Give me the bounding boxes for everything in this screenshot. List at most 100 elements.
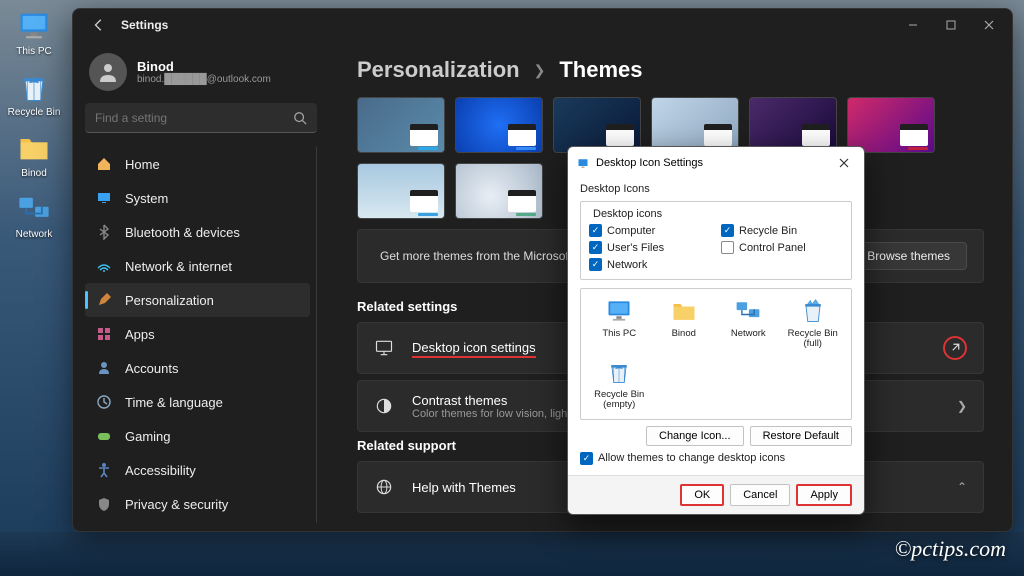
dialog-footer: OK Cancel Apply: [568, 475, 864, 514]
checkbox-label: Network: [607, 259, 647, 271]
theme-thumb[interactable]: [455, 97, 543, 153]
titlebar: Settings: [73, 9, 1012, 41]
maximize-button[interactable]: [932, 11, 970, 39]
sidebar-item-label: Network & internet: [125, 259, 232, 274]
user-email: binod.██████@outlook.com: [137, 74, 271, 85]
sidebar-item-gaming[interactable]: Gaming: [85, 419, 310, 453]
desktop-icons-fieldset: Desktop icons ✓Computer✓Recycle Bin✓User…: [580, 201, 852, 280]
dialog-icon: [576, 156, 590, 170]
sidebar-item-label: Accounts: [125, 361, 178, 376]
sidebar: Binod binod.██████@outlook.com Home Syste…: [73, 41, 329, 531]
dialog-titlebar: Desktop Icon Settings: [568, 147, 864, 179]
bin-icon: [605, 358, 633, 386]
ok-button[interactable]: OK: [680, 484, 724, 506]
cancel-button[interactable]: Cancel: [730, 484, 790, 506]
sidebar-item-accounts[interactable]: Accounts: [85, 351, 310, 385]
theme-thumb[interactable]: [553, 97, 641, 153]
preview-icon-label: Binod: [672, 329, 696, 339]
dialog-close-button[interactable]: [832, 153, 856, 173]
sidebar-item-privacy-security[interactable]: Privacy & security: [85, 487, 310, 521]
window-title: Settings: [121, 18, 168, 32]
preview-icon-recycle-bin-empty-[interactable]: Recycle Bin (empty): [589, 358, 650, 411]
user-name: Binod: [137, 59, 271, 74]
net-icon: [16, 191, 52, 227]
search-icon: [293, 111, 307, 125]
checkbox-control-panel[interactable]: Control Panel: [721, 241, 843, 254]
folder-icon: [16, 130, 52, 166]
apply-button[interactable]: Apply: [796, 484, 852, 506]
theme-thumb[interactable]: [847, 97, 935, 153]
desktop-icon-network[interactable]: Network: [16, 191, 53, 240]
back-button[interactable]: [85, 11, 113, 39]
theme-thumb[interactable]: [749, 97, 837, 153]
desktop-icon-recycle-bin[interactable]: Recycle Bin: [8, 69, 61, 118]
external-link-icon: [943, 336, 967, 360]
allow-themes-checkbox[interactable]: ✓ Allow themes to change desktop icons: [580, 452, 852, 465]
preview-icon-binod[interactable]: Binod: [654, 297, 715, 350]
chevron-right-icon: ❯: [534, 62, 546, 79]
nav-list: Home System Bluetooth & devices Network & i…: [85, 147, 317, 523]
sidebar-item-home[interactable]: Home: [85, 147, 310, 181]
privacy-icon: [95, 495, 113, 513]
accounts-icon: [95, 359, 113, 377]
theme-thumb[interactable]: [455, 163, 543, 219]
user-account[interactable]: Binod binod.██████@outlook.com: [85, 49, 317, 103]
change-icon-button[interactable]: Change Icon...: [646, 426, 744, 446]
preview-icon-recycle-bin-full-[interactable]: Recycle Bin (full): [783, 297, 844, 350]
sidebar-item-personalization[interactable]: Personalization: [85, 283, 310, 317]
settings-window: Settings Binod binod.██████@outlook.com: [72, 8, 1013, 532]
net-icon: [734, 297, 762, 325]
sidebar-item-windows-update[interactable]: Windows Update: [85, 521, 310, 523]
icon-preview[interactable]: This PC Binod Network Recycle Bin (full) Rec…: [580, 288, 852, 420]
checkbox-computer[interactable]: ✓Computer: [589, 224, 711, 237]
search-box[interactable]: [85, 103, 317, 133]
time-icon: [95, 393, 113, 411]
system-icon: [95, 189, 113, 207]
checkbox-label: Recycle Bin: [739, 225, 797, 237]
sidebar-item-time-language[interactable]: Time & language: [85, 385, 310, 419]
search-input[interactable]: [95, 111, 293, 125]
sidebar-item-label: Apps: [125, 327, 155, 342]
chevron-right-icon: ❯: [957, 399, 967, 413]
preview-icon-label: Network: [731, 329, 766, 339]
folder-icon: [670, 297, 698, 325]
dialog-tab[interactable]: Desktop Icons: [580, 183, 852, 195]
theme-thumb[interactable]: [357, 97, 445, 153]
preview-icon-this-pc[interactable]: This PC: [589, 297, 650, 350]
theme-thumb[interactable]: [357, 163, 445, 219]
desktop-icon-this-pc[interactable]: This PC: [16, 8, 52, 57]
binfull-icon: [799, 297, 827, 325]
sidebar-item-label: System: [125, 191, 168, 206]
preview-icon-label: Recycle Bin (empty): [589, 390, 650, 411]
sidebar-item-accessibility[interactable]: Accessibility: [85, 453, 310, 487]
checkbox-network[interactable]: ✓Network: [589, 258, 711, 271]
preview-icon-label: This PC: [602, 329, 636, 339]
chevron-up-icon: ⌃: [957, 480, 967, 494]
breadcrumb-parent[interactable]: Personalization: [357, 57, 520, 83]
sidebar-item-label: Home: [125, 157, 160, 172]
desktop-icon-binod[interactable]: Binod: [16, 130, 52, 179]
network-icon: [95, 257, 113, 275]
sidebar-item-label: Gaming: [125, 429, 171, 444]
checkbox-user-s-files[interactable]: ✓User's Files: [589, 241, 711, 254]
browse-themes-button[interactable]: Browse themes: [850, 242, 967, 270]
sidebar-item-label: Time & language: [125, 395, 223, 410]
theme-thumb[interactable]: [651, 97, 739, 153]
close-button[interactable]: [970, 11, 1008, 39]
minimize-button[interactable]: [894, 11, 932, 39]
home-icon: [95, 155, 113, 173]
sidebar-item-bluetooth-devices[interactable]: Bluetooth & devices: [85, 215, 310, 249]
sidebar-item-system[interactable]: System: [85, 181, 310, 215]
checkbox-recycle-bin[interactable]: ✓Recycle Bin: [721, 224, 843, 237]
pc-icon: [605, 297, 633, 325]
checkbox-label: Computer: [607, 225, 655, 237]
restore-default-button[interactable]: Restore Default: [750, 426, 852, 446]
sidebar-item-apps[interactable]: Apps: [85, 317, 310, 351]
preview-icon-network[interactable]: Network: [718, 297, 779, 350]
allow-themes-label: Allow themes to change desktop icons: [598, 452, 785, 464]
desktop-icon-label: Binod: [21, 168, 47, 179]
sidebar-item-label: Bluetooth & devices: [125, 225, 240, 240]
sidebar-item-network-internet[interactable]: Network & internet: [85, 249, 310, 283]
sidebar-item-label: Privacy & security: [125, 497, 228, 512]
personalization-icon: [95, 291, 113, 309]
